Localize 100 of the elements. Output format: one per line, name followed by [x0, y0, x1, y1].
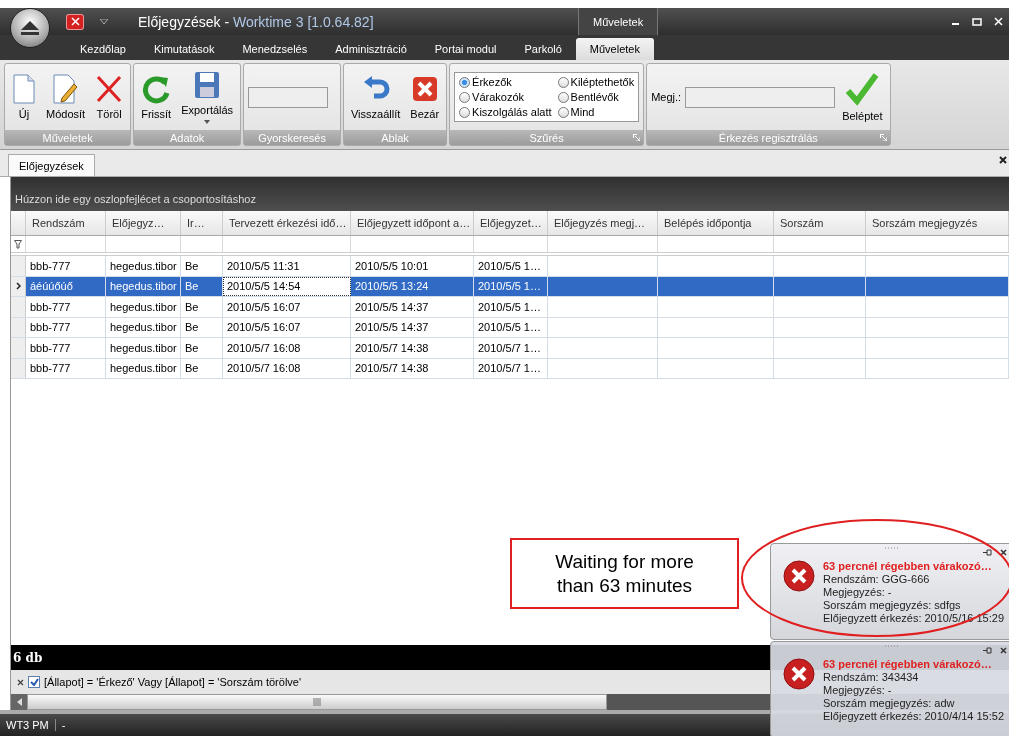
column-header[interactable]: Előjegyzet… — [474, 211, 548, 235]
ribbon-button[interactable]: Frissít — [138, 72, 175, 122]
refresh-icon — [141, 74, 172, 104]
ribbon-button[interactable]: Töröl — [92, 72, 127, 122]
ribbon-group-title: Érkezés regisztrálás — [647, 130, 890, 145]
table-cell: bbb-777 — [26, 338, 106, 358]
pin-icon[interactable] — [983, 549, 992, 556]
ribbon-button[interactable]: Bezár — [407, 72, 443, 122]
ribbon-button[interactable]: Beléptet — [839, 70, 886, 124]
window-title: Előjegyzések - Worktime 3 [1.0.64.82] — [138, 13, 375, 30]
table-cell: Be — [181, 317, 223, 337]
table-cell: áéúúőúő — [26, 276, 106, 296]
table-cell: hegedus.tibor — [106, 256, 181, 276]
pin-icon[interactable] — [983, 647, 992, 654]
grip-icon[interactable] — [885, 645, 899, 648]
close-icon[interactable] — [1000, 549, 1007, 556]
table-cell: hegedus.tibor — [106, 358, 181, 378]
grip-icon[interactable] — [885, 547, 899, 550]
notification-text: Sorszám megjegyzés: adw — [823, 697, 956, 709]
ribbon-button[interactable]: Módosít — [43, 72, 89, 122]
column-header[interactable]: Belépés időpontja — [658, 211, 774, 235]
close-icon[interactable] — [1000, 647, 1007, 654]
table-cell: 2010/5/5 1… — [474, 297, 548, 317]
ribbon-group-title: Gyorskeresés — [244, 130, 340, 145]
table-cell: bbb-777 — [26, 317, 106, 337]
status-text: WT3 PM — [6, 719, 49, 731]
dropdown-caret-icon[interactable] — [100, 18, 108, 25]
table-cell: 2010/5/5 11:31 — [223, 256, 351, 276]
table-cell: 2010/5/7 14:38 — [351, 358, 474, 378]
ribbon-button[interactable]: Új — [9, 72, 39, 122]
ribbon-group-title: Szűrés — [450, 130, 644, 145]
scroll-thumb[interactable] — [27, 694, 607, 710]
ribbon-button[interactable]: Visszaállít — [348, 72, 404, 122]
table-cell: Be — [181, 297, 223, 317]
table-cell: hegedus.tibor — [106, 297, 181, 317]
table-cell: 2010/5/7 16:08 — [223, 338, 351, 358]
filter-expression: [Állapot] = 'Érkező' Vagy [Állapot] = 'Sorszám törölve' — [44, 676, 302, 688]
eject-icon — [20, 20, 40, 36]
clear-filter-icon[interactable] — [17, 678, 24, 686]
table-cell: 2010/5/5 1… — [474, 317, 548, 337]
table-cell: 2010/5/7 14:38 — [351, 338, 474, 358]
filter-radio[interactable]: Kiléptethetők — [557, 76, 635, 88]
ribbon-tab[interactable]: Műveletek — [575, 38, 654, 60]
table-cell: 2010/5/5 14:37 — [351, 297, 474, 317]
document-tab[interactable]: Előjegyzések — [8, 154, 95, 176]
table-cell: Be — [181, 256, 223, 276]
column-header[interactable]: Előjegyzett időpont a… — [351, 211, 474, 235]
filter-radio[interactable]: Kiszolgálás alatt — [459, 106, 552, 118]
column-header[interactable]: Előjegyzés megj… — [548, 211, 658, 235]
column-header[interactable]: Rendszám — [26, 211, 106, 235]
notification-text: Előjegyzett érkezés: 2010/5/16 15:29 — [823, 612, 1004, 624]
page-pencil-icon — [51, 74, 80, 104]
check-icon — [29, 678, 39, 686]
table-cell: hegedus.tibor — [106, 338, 181, 358]
table-cell: 2010/5/5 1… — [474, 256, 548, 276]
column-header[interactable]: Előjegyz… — [106, 211, 181, 235]
ribbon-tab[interactable]: Portai modul — [420, 38, 511, 60]
notification-text: Rendszám: 343434 — [823, 671, 920, 683]
table-cell: Be — [181, 338, 223, 358]
ribbon-tab[interactable]: Kezdőlap — [66, 38, 140, 60]
ribbon-tab[interactable]: Adminisztráció — [321, 38, 421, 60]
filter-radio[interactable]: Várakozók — [459, 91, 552, 103]
ribbon-group-title: Adatok — [134, 130, 241, 145]
ribbon-group-title: Ablak — [344, 130, 447, 145]
filter-radio[interactable]: Mind — [557, 106, 635, 118]
restore-icon[interactable] — [972, 17, 982, 26]
filter-radio[interactable]: Érkezők — [459, 76, 552, 88]
filter-checkbox[interactable] — [28, 676, 40, 688]
quick-close-button[interactable] — [66, 13, 84, 30]
filter-radio[interactable]: Bentlévők — [557, 91, 635, 103]
ribbon-tab[interactable]: Kimutatások — [139, 38, 229, 60]
left-arrow-icon[interactable] — [16, 698, 22, 706]
blank-page-icon — [12, 74, 36, 104]
column-header[interactable]: Tervezett érkezési idő… — [223, 211, 351, 235]
status-text: - — [54, 719, 66, 731]
check-mark-icon — [845, 72, 880, 106]
notification-text: Sorszám megjegyzés: sdfgs — [823, 599, 962, 611]
table-cell: 2010/5/5 10:01 — [351, 256, 474, 276]
filter-icon[interactable] — [14, 239, 22, 249]
cross-icon — [95, 74, 124, 104]
table-cell: 2010/5/5 1… — [474, 276, 548, 296]
ribbon-tab[interactable]: Menedzselés — [228, 38, 322, 60]
ribbon-button[interactable]: Exportálás — [178, 68, 237, 126]
table-cell: bbb-777 — [26, 297, 106, 317]
column-header[interactable]: Ir… — [181, 211, 223, 235]
close-icon[interactable] — [999, 156, 1007, 164]
table-cell: Be — [181, 358, 223, 378]
notification-text: Rendszám: GGG-666 — [823, 573, 931, 585]
annotation-callout: Waiting for more than 63 minutes — [510, 538, 739, 609]
table-cell: 2010/5/7 1… — [474, 358, 548, 378]
notification-title: 63 percnél régebben várakozó… — [823, 560, 993, 572]
notification-text: Megjegyzés: - — [823, 684, 893, 696]
table-cell: hegedus.tibor — [106, 317, 181, 337]
table-cell: 2010/5/7 16:08 — [223, 358, 351, 378]
quick-search-field[interactable] — [248, 86, 329, 108]
column-header[interactable]: Sorszám — [774, 211, 866, 235]
note-input-field[interactable] — [685, 86, 836, 108]
error-icon — [783, 658, 815, 690]
ribbon-tab[interactable]: Parkoló — [510, 38, 576, 60]
column-header[interactable]: Sorszám megjegyzés — [866, 211, 1009, 235]
